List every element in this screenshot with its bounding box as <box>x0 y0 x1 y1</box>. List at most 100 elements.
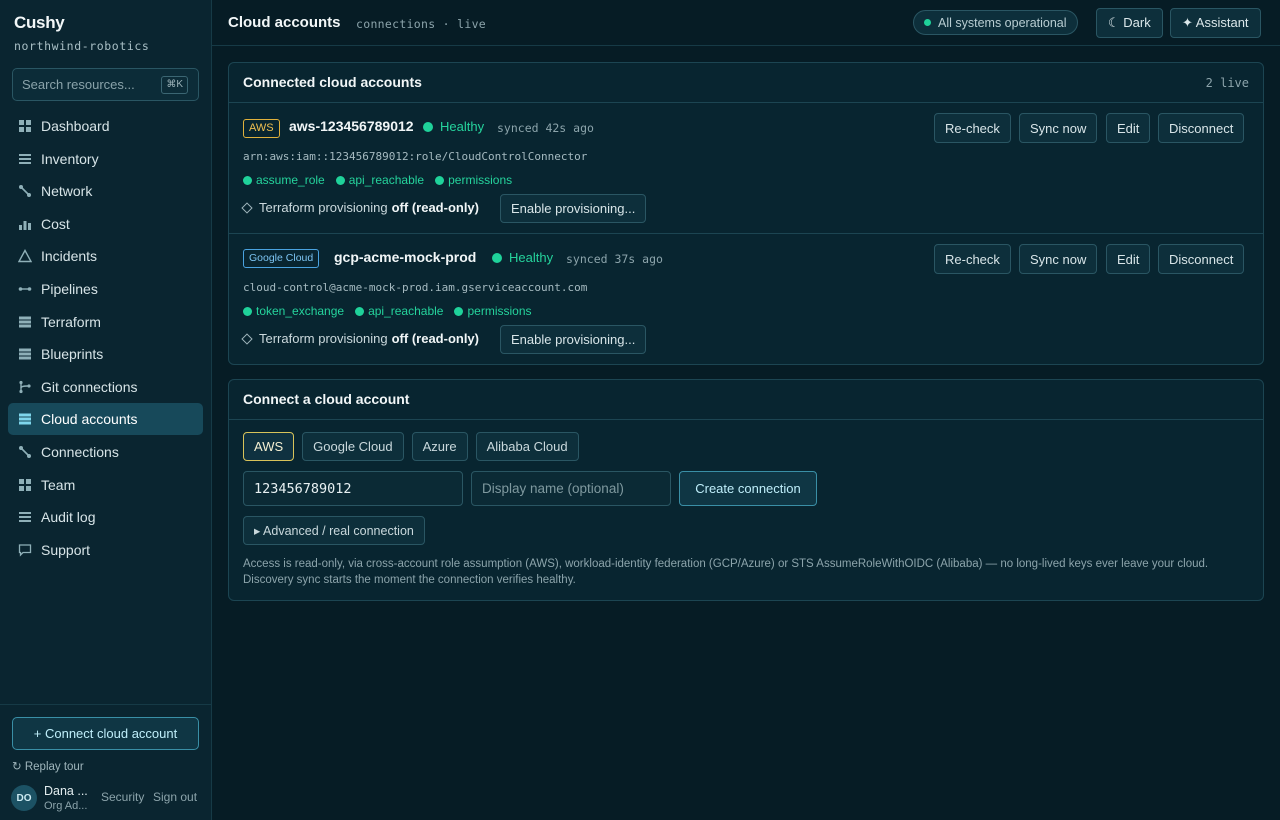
replay-icon: ↻ <box>12 761 22 773</box>
sync-now-button[interactable]: Sync now <box>1019 244 1098 274</box>
sidebar-item-label: Network <box>41 183 93 200</box>
connected-accounts-card: Connected cloud accounts 2 live AWS aws-… <box>228 62 1264 365</box>
check-label: assume_role <box>256 173 325 187</box>
sidebar-item-cost[interactable]: Cost <box>8 208 203 240</box>
sign-out-link[interactable]: Sign out <box>153 790 197 804</box>
account-row: AWS aws-123456789012 Healthy synced 42s … <box>229 103 1263 233</box>
check-dot-icon <box>243 175 252 185</box>
theme-toggle-button[interactable]: ☾ Dark <box>1096 8 1163 38</box>
user-name: Dana ... <box>44 784 88 798</box>
tab-google-cloud[interactable]: Google Cloud <box>302 432 404 461</box>
sidebar-item-label: Incidents <box>41 248 98 265</box>
check-item: api_reachable <box>355 304 443 318</box>
account-identity: cloud-control@acme-mock-prod.iam.gservic… <box>243 281 588 294</box>
sidebar-item-team[interactable]: Team <box>8 469 203 501</box>
topbar: Cloud accounts connections · live All sy… <box>212 0 1280 46</box>
sidebar-item-label: Terraform <box>41 313 101 330</box>
terraform-status: Terraform provisioning off (read-only) <box>241 200 479 215</box>
tab-aws[interactable]: AWS <box>243 432 295 461</box>
check-dot-icon <box>435 175 445 185</box>
diamond-icon <box>241 201 253 214</box>
sidebar-item-blueprints[interactable]: Blueprints <box>8 338 203 370</box>
check-label: permissions <box>448 173 513 187</box>
brand-logo[interactable]: Cushy <box>14 13 65 33</box>
sidebar-item-label: Audit log <box>41 509 96 526</box>
sidebar-item-label: Team <box>41 476 76 493</box>
sidebar-item-git-connections[interactable]: Git connections <box>8 371 203 403</box>
enable-provisioning-button[interactable]: Enable provisioning... <box>500 325 647 354</box>
card-header: Connect a cloud account <box>229 380 1263 420</box>
disconnect-button[interactable]: Disconnect <box>1158 113 1245 143</box>
status-badge[interactable]: All systems operational <box>913 10 1078 35</box>
health-checks: assume_role api_reachable permissions <box>243 173 523 187</box>
sidebar-item-label: Cloud accounts <box>41 411 138 428</box>
check-label: api_reachable <box>368 304 444 318</box>
sidebar-item-support[interactable]: Support <box>8 534 203 566</box>
diamond-icon <box>241 332 253 345</box>
page-subtitle: connections · live <box>356 17 487 31</box>
check-item: permissions <box>454 304 532 318</box>
grid-icon <box>18 478 32 492</box>
check-item: assume_role <box>243 173 325 187</box>
stack-icon <box>18 315 32 329</box>
sidebar-item-pipelines[interactable]: Pipelines <box>8 273 203 305</box>
display-name-input[interactable]: Display name (optional) <box>471 471 671 506</box>
edit-button[interactable]: Edit <box>1106 113 1151 143</box>
enable-provisioning-button[interactable]: Enable provisioning... <box>500 194 647 223</box>
access-note: Access is read-only, via cross-account r… <box>243 558 1209 586</box>
search-placeholder: Search resources... <box>22 77 135 92</box>
sync-now-button[interactable]: Sync now <box>1019 113 1098 143</box>
list-icon <box>18 510 32 524</box>
sidebar-item-terraform[interactable]: Terraform <box>8 306 203 338</box>
sidebar-item-dashboard[interactable]: Dashboard <box>8 110 203 142</box>
sidebar-item-audit-log[interactable]: Audit log <box>8 501 203 533</box>
recheck-button[interactable]: Re-check <box>934 244 1011 274</box>
provider-tag-aws: AWS <box>243 119 280 138</box>
account-identity: arn:aws:iam::123456789012:role/CloudCont… <box>243 150 588 163</box>
search-shortcut: ⌘K <box>161 76 188 94</box>
sidebar-item-connections[interactable]: Connections <box>8 436 203 468</box>
account-row: Google Cloud gcp-acme-mock-prod Healthy … <box>229 233 1263 363</box>
org-name: northwind-robotics <box>14 39 150 53</box>
health-status: Healthy <box>423 119 484 134</box>
check-item: api_reachable <box>335 173 424 187</box>
terraform-label: Terraform provisioning <box>259 200 388 215</box>
check-item: token_exchange <box>243 304 344 318</box>
sidebar-item-inventory[interactable]: Inventory <box>8 143 203 175</box>
tab-alibaba-cloud[interactable]: Alibaba Cloud <box>475 432 579 461</box>
health-label: Healthy <box>440 119 485 134</box>
connect-account-card: Connect a cloud account AWS Google Cloud… <box>228 379 1264 601</box>
account-id-input[interactable]: 123456789012 <box>243 471 463 506</box>
tab-azure[interactable]: Azure <box>411 432 468 461</box>
sidebar-item-cloud-accounts[interactable]: Cloud accounts <box>8 403 203 436</box>
recheck-button[interactable]: Re-check <box>934 113 1011 143</box>
avatar[interactable]: DO <box>11 785 37 811</box>
sidebar-item-label: Blueprints <box>41 346 104 363</box>
healthy-dot-icon <box>423 121 433 132</box>
sidebar-item-incidents[interactable]: Incidents <box>8 240 203 272</box>
edit-button[interactable]: Edit <box>1106 244 1151 274</box>
stack-icon <box>18 347 32 361</box>
git-icon <box>18 380 32 394</box>
provider-tabs: AWS Google Cloud Azure Alibaba Cloud <box>243 432 587 461</box>
sidebar-nav: Dashboard Inventory Network Cost Inciden… <box>8 110 203 566</box>
sidebar: Cushy northwind-robotics Search resource… <box>0 0 212 820</box>
health-status: Healthy <box>492 250 553 265</box>
advanced-toggle-button[interactable]: ▸ Advanced / real connection <box>243 516 425 545</box>
security-link[interactable]: Security <box>101 790 144 804</box>
status-text: All systems operational <box>938 15 1067 30</box>
user-role: Org Ad... <box>44 800 88 812</box>
disconnect-button[interactable]: Disconnect <box>1158 244 1245 274</box>
sidebar-item-label: Git connections <box>41 378 138 395</box>
replay-tour-label: Replay tour <box>24 761 84 773</box>
sidebar-item-label: Support <box>41 541 91 558</box>
connect-cloud-account-button[interactable]: + Connect cloud account <box>12 717 199 750</box>
create-connection-button[interactable]: Create connection <box>679 471 817 506</box>
replay-tour-link[interactable]: ↻ Replay tour <box>12 759 84 773</box>
sidebar-item-network[interactable]: Network <box>8 175 203 207</box>
synced-time: synced 42s ago <box>497 121 594 135</box>
check-item: permissions <box>435 173 512 187</box>
search-input[interactable]: Search resources... ⌘K <box>12 68 199 101</box>
chat-icon <box>18 543 32 557</box>
assistant-button[interactable]: ✦ Assistant <box>1170 8 1261 38</box>
